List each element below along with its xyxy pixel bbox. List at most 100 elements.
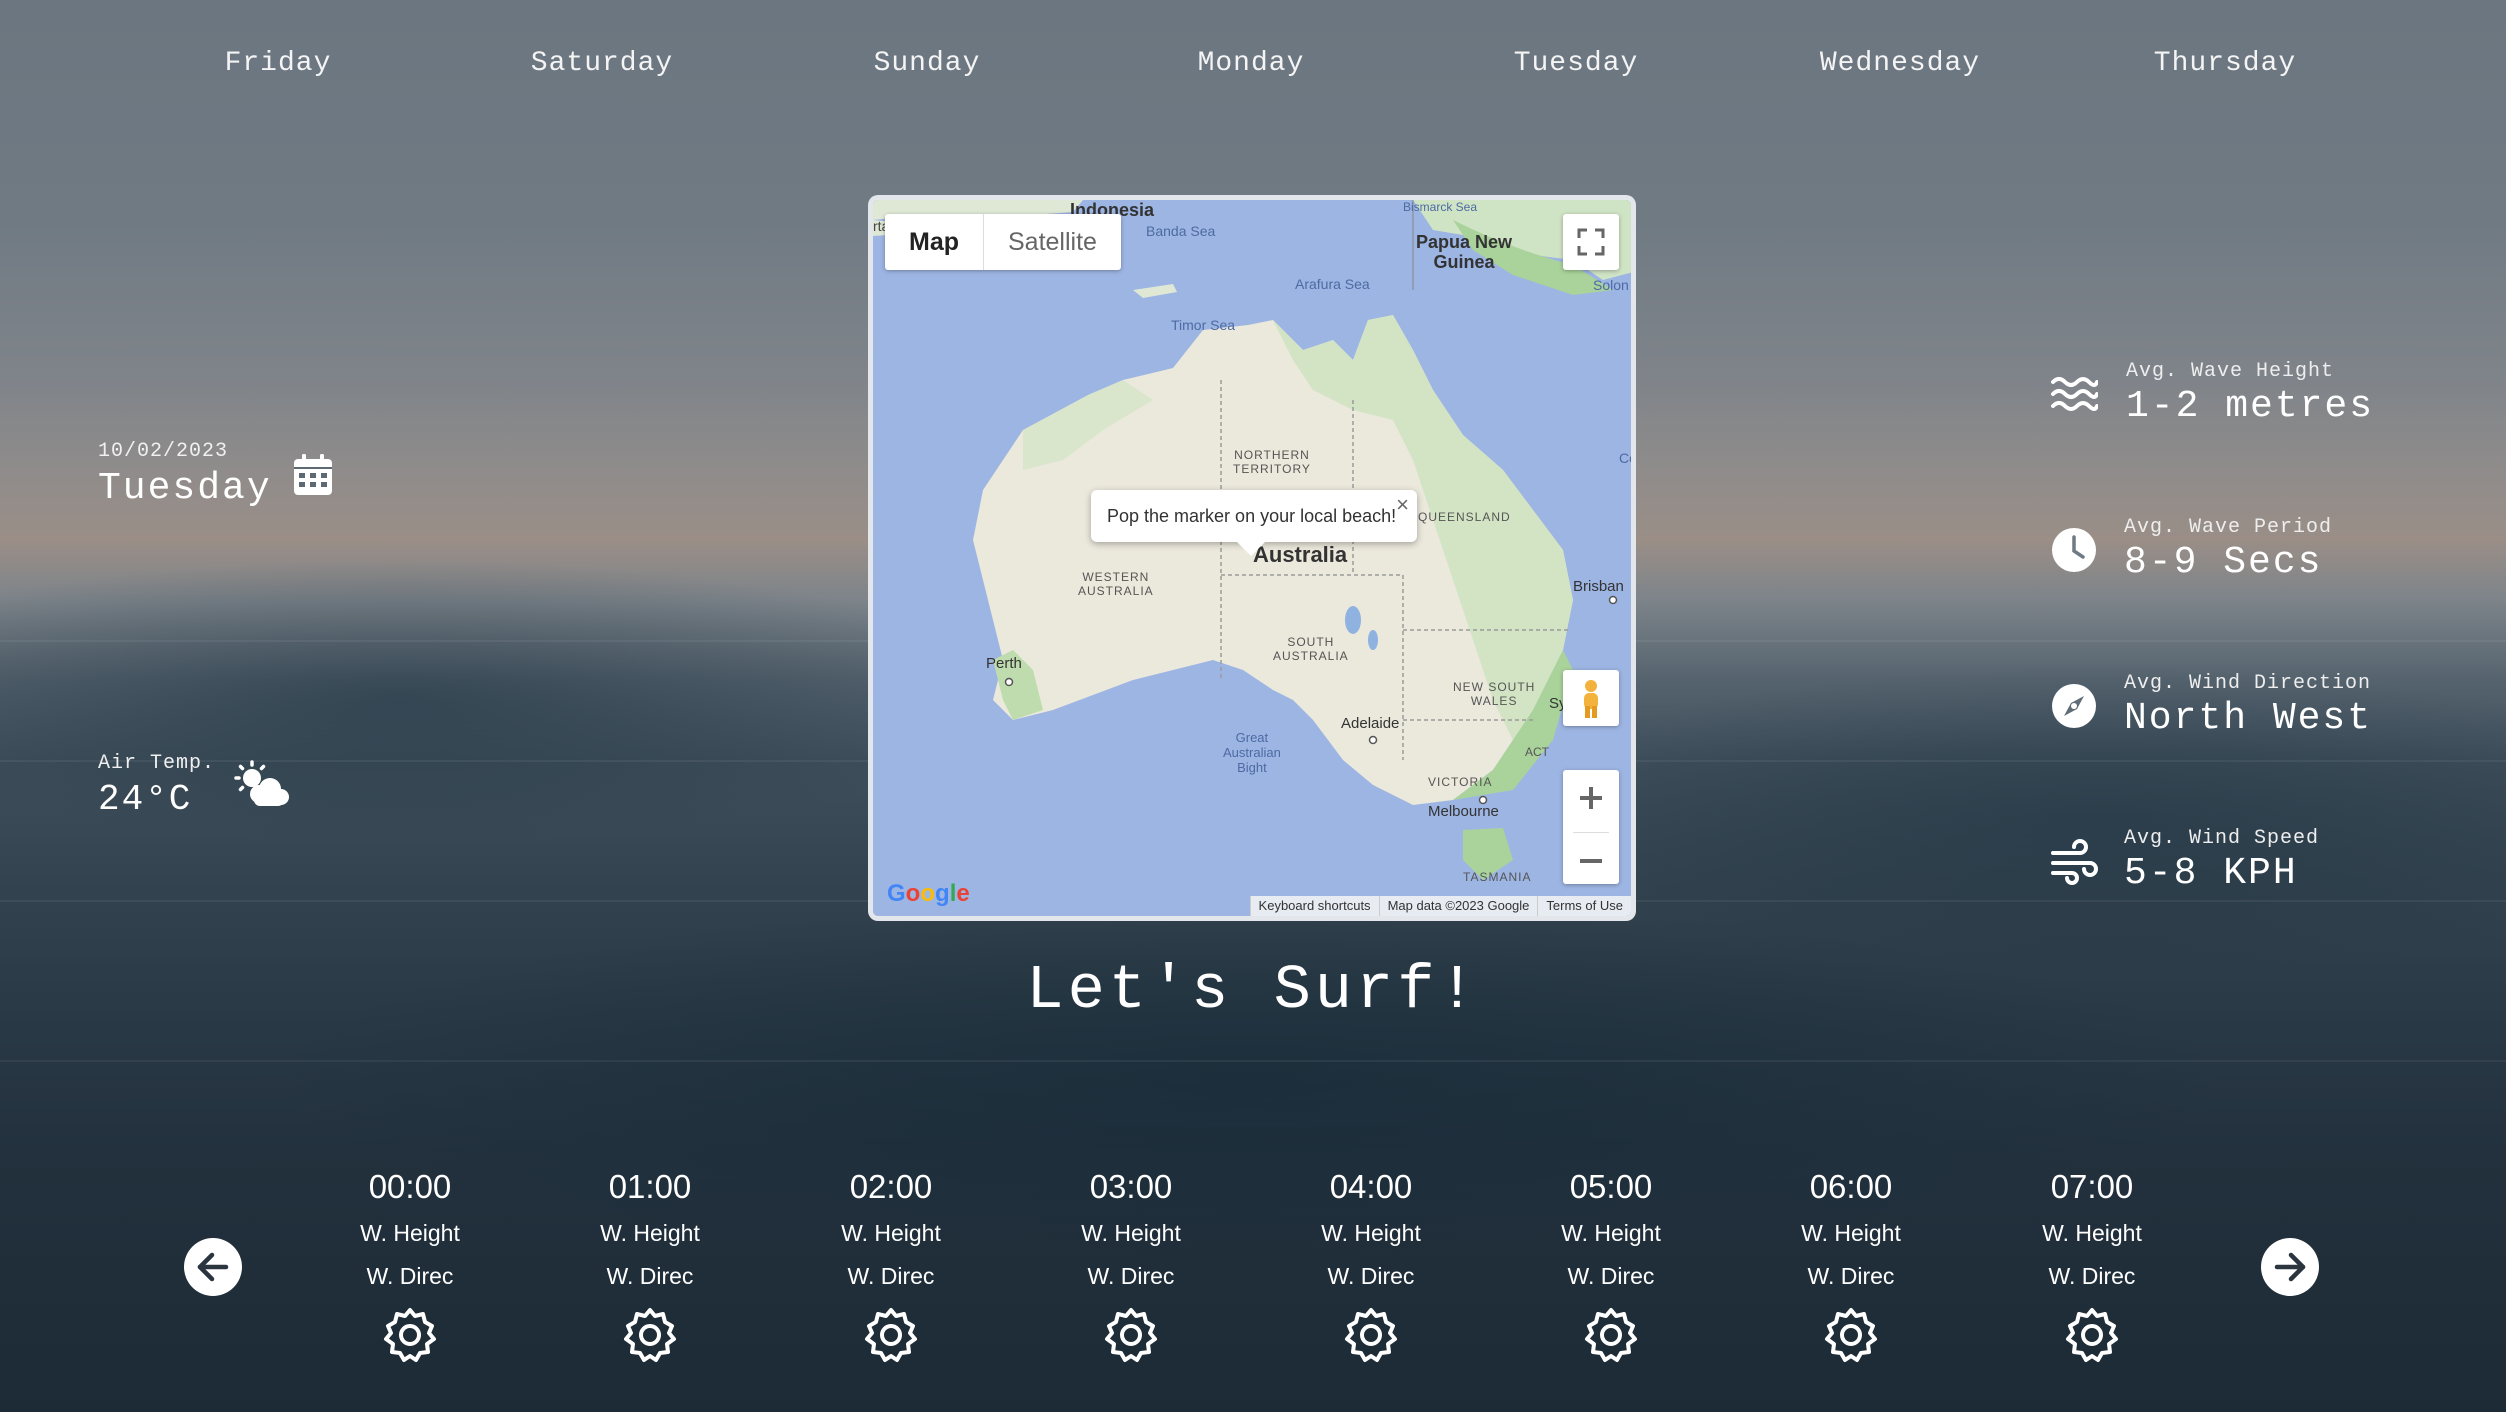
waves-icon bbox=[2051, 377, 2098, 411]
stat-value: North West bbox=[2124, 697, 2373, 740]
map-type-toggle: Map Satellite bbox=[885, 214, 1121, 270]
air-temp-value: 24°C bbox=[98, 779, 193, 820]
hour-card: 04:00 W. Height W. Direc bbox=[1271, 1168, 1471, 1364]
map-label-bismarck-sea: Bismarck Sea bbox=[1403, 200, 1478, 214]
wave-direction-label: W. Direc bbox=[1087, 1263, 1175, 1289]
map-label-australia: Australia bbox=[1253, 542, 1348, 567]
hour-time: 01:00 bbox=[608, 1168, 692, 1205]
fullscreen-button[interactable] bbox=[1563, 214, 1619, 270]
wave-direction-label: W. Direc bbox=[1567, 1263, 1655, 1289]
tab-saturday[interactable]: Saturday bbox=[482, 48, 722, 79]
map-label-nt: NORTHERN TERRITORY bbox=[1233, 448, 1311, 476]
hour-card: 05:00 W. Height W. Direc bbox=[1511, 1168, 1711, 1364]
next-hours-button[interactable] bbox=[2261, 1238, 2319, 1296]
wave-direction-label: W. Direc bbox=[366, 1263, 454, 1289]
info-window-text: Pop the marker on your local beach! bbox=[1107, 506, 1397, 526]
tab-friday[interactable]: Friday bbox=[158, 48, 398, 79]
hour-card: 02:00 W. Height W. Direc bbox=[791, 1168, 991, 1364]
date-block: 10/02/2023 Tuesday bbox=[98, 440, 272, 510]
air-temp-label: Air Temp. bbox=[98, 752, 216, 775]
terms-of-use-link[interactable]: Terms of Use bbox=[1537, 896, 1631, 916]
gear-icon bbox=[1585, 1308, 1637, 1362]
wave-height-label: W. Height bbox=[2042, 1220, 2142, 1246]
map-label-adelaide: Adelaide bbox=[1341, 715, 1400, 732]
wave-height-label: W. Height bbox=[1561, 1220, 1661, 1246]
stat-label: Avg. Wind Speed bbox=[2124, 827, 2320, 850]
water-texture bbox=[0, 1060, 2506, 1062]
hour-time: 07:00 bbox=[2050, 1168, 2134, 1205]
hour-card: 03:00 W. Height W. Direc bbox=[1031, 1168, 1231, 1364]
tagline: Let's Surf! bbox=[1026, 955, 1480, 1026]
stat-value: 5-8 KPH bbox=[2124, 852, 2298, 895]
partly-sunny-icon bbox=[234, 760, 289, 806]
gear-icon bbox=[865, 1308, 917, 1362]
wave-direction-label: W. Direc bbox=[1807, 1263, 1895, 1289]
zoom-in-button[interactable] bbox=[1563, 770, 1619, 827]
wave-direction-label: W. Direc bbox=[606, 1263, 694, 1289]
hour-time: 05:00 bbox=[1569, 1168, 1653, 1205]
hour-card: 01:00 W. Height W. Direc bbox=[550, 1168, 750, 1364]
map-label-wa: WESTERN AUSTRALIA bbox=[1078, 570, 1154, 598]
map-data-text: Map data ©2023 Google bbox=[1378, 896, 1538, 916]
gear-icon bbox=[624, 1308, 676, 1362]
map-label-melbourne: Melbourne bbox=[1428, 803, 1499, 820]
stat-text: Avg. Wave Height 1-2 metres bbox=[2126, 360, 2374, 428]
air-temp-block: Air Temp. 24°C bbox=[98, 752, 215, 820]
hour-time: 04:00 bbox=[1329, 1168, 1413, 1205]
hour-time: 02:00 bbox=[849, 1168, 933, 1205]
gear-icon bbox=[1825, 1308, 1877, 1362]
map-label-timor-sea: Timor Sea bbox=[1171, 317, 1236, 333]
map-label-sa: SOUTH AUSTRALIA bbox=[1273, 635, 1349, 663]
date-value: 10/02/2023 bbox=[98, 440, 229, 463]
map-label-arafura-sea: Arafura Sea bbox=[1295, 276, 1370, 292]
map-label-solomon: Solon bbox=[1593, 277, 1629, 293]
hour-time: 00:00 bbox=[368, 1168, 452, 1205]
stat-text: Avg. Wave Period 8-9 Secs bbox=[2124, 516, 2332, 584]
prev-hours-button[interactable] bbox=[184, 1238, 242, 1296]
arrow-left-icon bbox=[197, 1252, 229, 1282]
day-tabs: Friday Saturday Sunday Monday Tuesday We… bbox=[0, 48, 2506, 88]
map-label-brisbane: Brisban bbox=[1573, 578, 1624, 595]
hour-card: 07:00 W. Height W. Direc bbox=[1992, 1168, 2192, 1364]
wave-direction-label: W. Direc bbox=[2048, 1263, 2136, 1289]
tab-wednesday[interactable]: Wednesday bbox=[1780, 48, 2020, 79]
street-view-button[interactable] bbox=[1563, 670, 1619, 726]
map-attribution: Keyboard shortcuts Map data ©2023 Google… bbox=[1249, 896, 1631, 916]
map-widget[interactable]: Indonesia rta Banda Sea Arafura Sea Timo… bbox=[868, 195, 1636, 921]
wave-height-label: W. Height bbox=[841, 1220, 941, 1246]
google-logo[interactable]: Google bbox=[887, 880, 970, 908]
zoom-out-button[interactable] bbox=[1563, 833, 1619, 889]
map-label-qld: QUEENSLAND bbox=[1418, 510, 1511, 524]
clock-icon bbox=[2052, 528, 2096, 572]
wave-height-label: W. Height bbox=[600, 1220, 700, 1246]
tab-sunday[interactable]: Sunday bbox=[807, 48, 1047, 79]
tab-monday[interactable]: Monday bbox=[1131, 48, 1371, 79]
hour-card: 00:00 W. Height W. Direc bbox=[310, 1168, 510, 1364]
map-label-perth: Perth bbox=[986, 655, 1022, 672]
stat-label: Avg. Wave Height bbox=[2126, 360, 2335, 383]
calendar-icon bbox=[294, 454, 332, 495]
stat-label: Avg. Wave Period bbox=[2124, 516, 2333, 539]
hour-time: 03:00 bbox=[1089, 1168, 1173, 1205]
compass-icon bbox=[2052, 684, 2096, 728]
tab-tuesday[interactable]: Tuesday bbox=[1456, 48, 1696, 79]
arrow-right-icon bbox=[2274, 1252, 2306, 1282]
tab-thursday[interactable]: Thursday bbox=[2105, 48, 2345, 79]
map-type-satellite-button[interactable]: Satellite bbox=[983, 214, 1121, 270]
wave-direction-label: W. Direc bbox=[1327, 1263, 1415, 1289]
hour-card: 06:00 W. Height W. Direc bbox=[1751, 1168, 1951, 1364]
wave-height-label: W. Height bbox=[1321, 1220, 1421, 1246]
gear-icon bbox=[1345, 1308, 1397, 1362]
info-window-close-button[interactable]: × bbox=[1396, 492, 1409, 518]
map-label-banda-sea: Banda Sea bbox=[1146, 223, 1216, 239]
stat-label: Avg. Wind Direction bbox=[2124, 672, 2372, 695]
stat-text: Avg. Wind Speed 5-8 KPH bbox=[2124, 827, 2319, 895]
map-label-png: Papua New Guinea bbox=[1416, 232, 1513, 272]
keyboard-shortcuts-link[interactable]: Keyboard shortcuts bbox=[1249, 896, 1379, 916]
map-label-tas: TASMANIA bbox=[1463, 870, 1532, 884]
pegman-icon bbox=[1584, 680, 1598, 718]
map-type-map-button[interactable]: Map bbox=[885, 214, 983, 270]
map-label-coral: Co bbox=[1619, 450, 1636, 466]
map-info-window: Pop the marker on your local beach! × bbox=[1091, 490, 1417, 556]
zoom-controls bbox=[1563, 770, 1619, 884]
